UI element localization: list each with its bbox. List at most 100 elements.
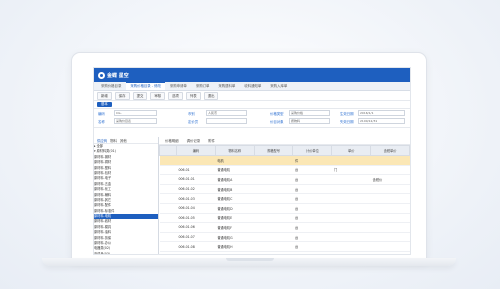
table-cell[interactable]: 电机 [215,155,255,166]
tab-item[interactable]: 采购退料单 [214,83,239,90]
table-cell[interactable]: 006.01.03 [176,193,216,204]
audit-button[interactable]: 审核 [150,91,166,100]
table-cell[interactable]: 普通电机B [215,184,255,195]
submit-button[interactable]: 提交 [132,91,148,100]
table-cell[interactable]: 普通电机H [215,241,255,252]
table-cell[interactable]: 台 [292,241,332,252]
table-cell[interactable]: 件 [292,155,332,166]
table-cell[interactable]: 006.01.07 [176,232,216,243]
table-cell[interactable]: 006.01.02 [176,184,216,195]
table-cell[interactable] [370,232,410,243]
pricer-field[interactable] [206,118,247,124]
table-cell[interactable] [370,241,410,252]
table-cell[interactable] [254,251,293,254]
table-cell[interactable] [331,155,371,166]
table-cell[interactable]: 006.01.01 [176,174,216,185]
row-handle[interactable] [159,165,177,176]
grid-tab[interactable]: 调价记录 [187,138,201,143]
effective-date-field[interactable]: 2016/1/1 [358,110,405,116]
table-cell[interactable] [331,241,371,252]
row-handle[interactable] [159,213,177,224]
grid-tab[interactable]: 价格明细 [165,138,179,143]
list-button[interactable]: 列表 [185,91,201,100]
expiry-date-field[interactable]: 2100/12/31 [358,118,405,124]
table-cell[interactable] [331,174,371,185]
table-cell[interactable] [254,174,293,185]
table-cell[interactable]: 台 [292,203,332,214]
table-cell[interactable]: 普通电机A [215,174,255,185]
table-cell[interactable] [331,193,371,204]
table-cell[interactable] [370,184,410,195]
column-header[interactable]: 单价 [331,145,372,156]
table-cell[interactable]: 006.01.05 [176,213,216,224]
table-cell[interactable] [176,155,216,166]
table-cell[interactable]: 台 [292,193,332,204]
tree-tab[interactable]: 物料 [110,138,117,143]
table-cell[interactable]: 006.01.06 [176,222,216,233]
save-button[interactable]: 保存 [114,91,130,100]
table-cell[interactable]: 006.01.08 [176,241,216,252]
table-row[interactable]: 006.01.09普通电机I 台 [159,251,410,254]
table-row[interactable]: 006.01.02 普通电机B 台 [159,184,410,195]
table-cell[interactable] [331,222,371,233]
tab-item[interactable]: 收料通知单 [240,83,265,90]
row-handle[interactable] [159,193,177,204]
table-cell[interactable] [254,193,293,204]
table-cell[interactable] [370,222,410,233]
name-field[interactable]: 采购价目表 [114,118,157,124]
row-handle[interactable] [159,184,177,195]
table-cell[interactable] [254,184,293,195]
table-cell[interactable]: 普通电机G [215,232,255,243]
tab-item[interactable]: 采购申请单 [166,83,191,90]
table-cell[interactable]: 台 [292,222,332,233]
tree-tab[interactable]: 供应商 [97,138,107,143]
grid-tab[interactable]: 附件 [208,138,215,143]
table-row[interactable]: 006.01.06 普通电机F 台 [159,222,410,233]
app-logo[interactable]: 金蝶 星空 [98,71,129,79]
row-handle[interactable] [159,155,177,166]
table-row[interactable]: 电机 件 [159,155,410,166]
price-type-field[interactable]: 采购价格 [289,110,330,116]
table-cell[interactable] [254,203,293,214]
row-handle[interactable] [159,241,177,252]
column-header[interactable]: 计价单位 [292,145,333,156]
table-cell[interactable] [331,203,371,214]
table-cell[interactable] [331,251,371,254]
table-cell[interactable]: 普通电机I [215,251,255,254]
table-cell[interactable]: 台 [292,184,332,195]
table-cell[interactable]: 普通电机F [215,222,255,233]
row-handle[interactable] [159,203,177,214]
table-row[interactable]: 006.01 普通电机 台门 [159,165,410,176]
table-cell[interactable]: 台 [292,232,332,243]
row-handle[interactable] [159,232,177,243]
table-cell[interactable]: 普通电机E [215,213,255,224]
table-cell[interactable]: 普通电机 [215,165,255,176]
table-cell[interactable]: 普通电机D [215,203,255,214]
table-cell[interactable] [254,232,293,243]
table-cell[interactable] [370,203,410,214]
table-cell[interactable] [254,222,293,233]
row-handle[interactable] [159,174,177,185]
table-cell[interactable]: 普通电机C [215,193,255,204]
table-cell[interactable] [370,165,410,176]
table-cell[interactable]: 006.01.09 [176,251,216,254]
table-cell[interactable]: 006.01 [176,165,216,176]
new-button[interactable]: 新增 [97,91,112,100]
currency-field[interactable]: 人民币 [206,110,247,116]
tab-item-active[interactable]: 采购价格目录 - 修改 [126,82,165,90]
table-cell[interactable] [331,184,371,195]
table-row[interactable]: 006.01.08 普通电机H 台 [159,241,410,252]
column-header[interactable]: 规格型号 [253,145,294,156]
table-cell[interactable]: 台 [292,165,332,176]
row-handle[interactable] [159,222,177,233]
table-row[interactable]: 006.01.04 普通电机D 台 [159,203,410,214]
table-cell[interactable] [254,241,293,252]
table-cell[interactable]: 含税价 [370,174,410,185]
column-header[interactable]: 编码 [176,145,216,156]
table-cell[interactable]: 台 [292,251,332,254]
tab-item[interactable]: 采购价格目录 [97,83,125,90]
table-cell[interactable]: 门 [331,165,371,176]
subtab-basic[interactable]: 基本 [97,102,112,107]
tab-item[interactable]: 采购订单 [192,83,214,90]
column-header[interactable]: 含税单价 [370,145,410,156]
